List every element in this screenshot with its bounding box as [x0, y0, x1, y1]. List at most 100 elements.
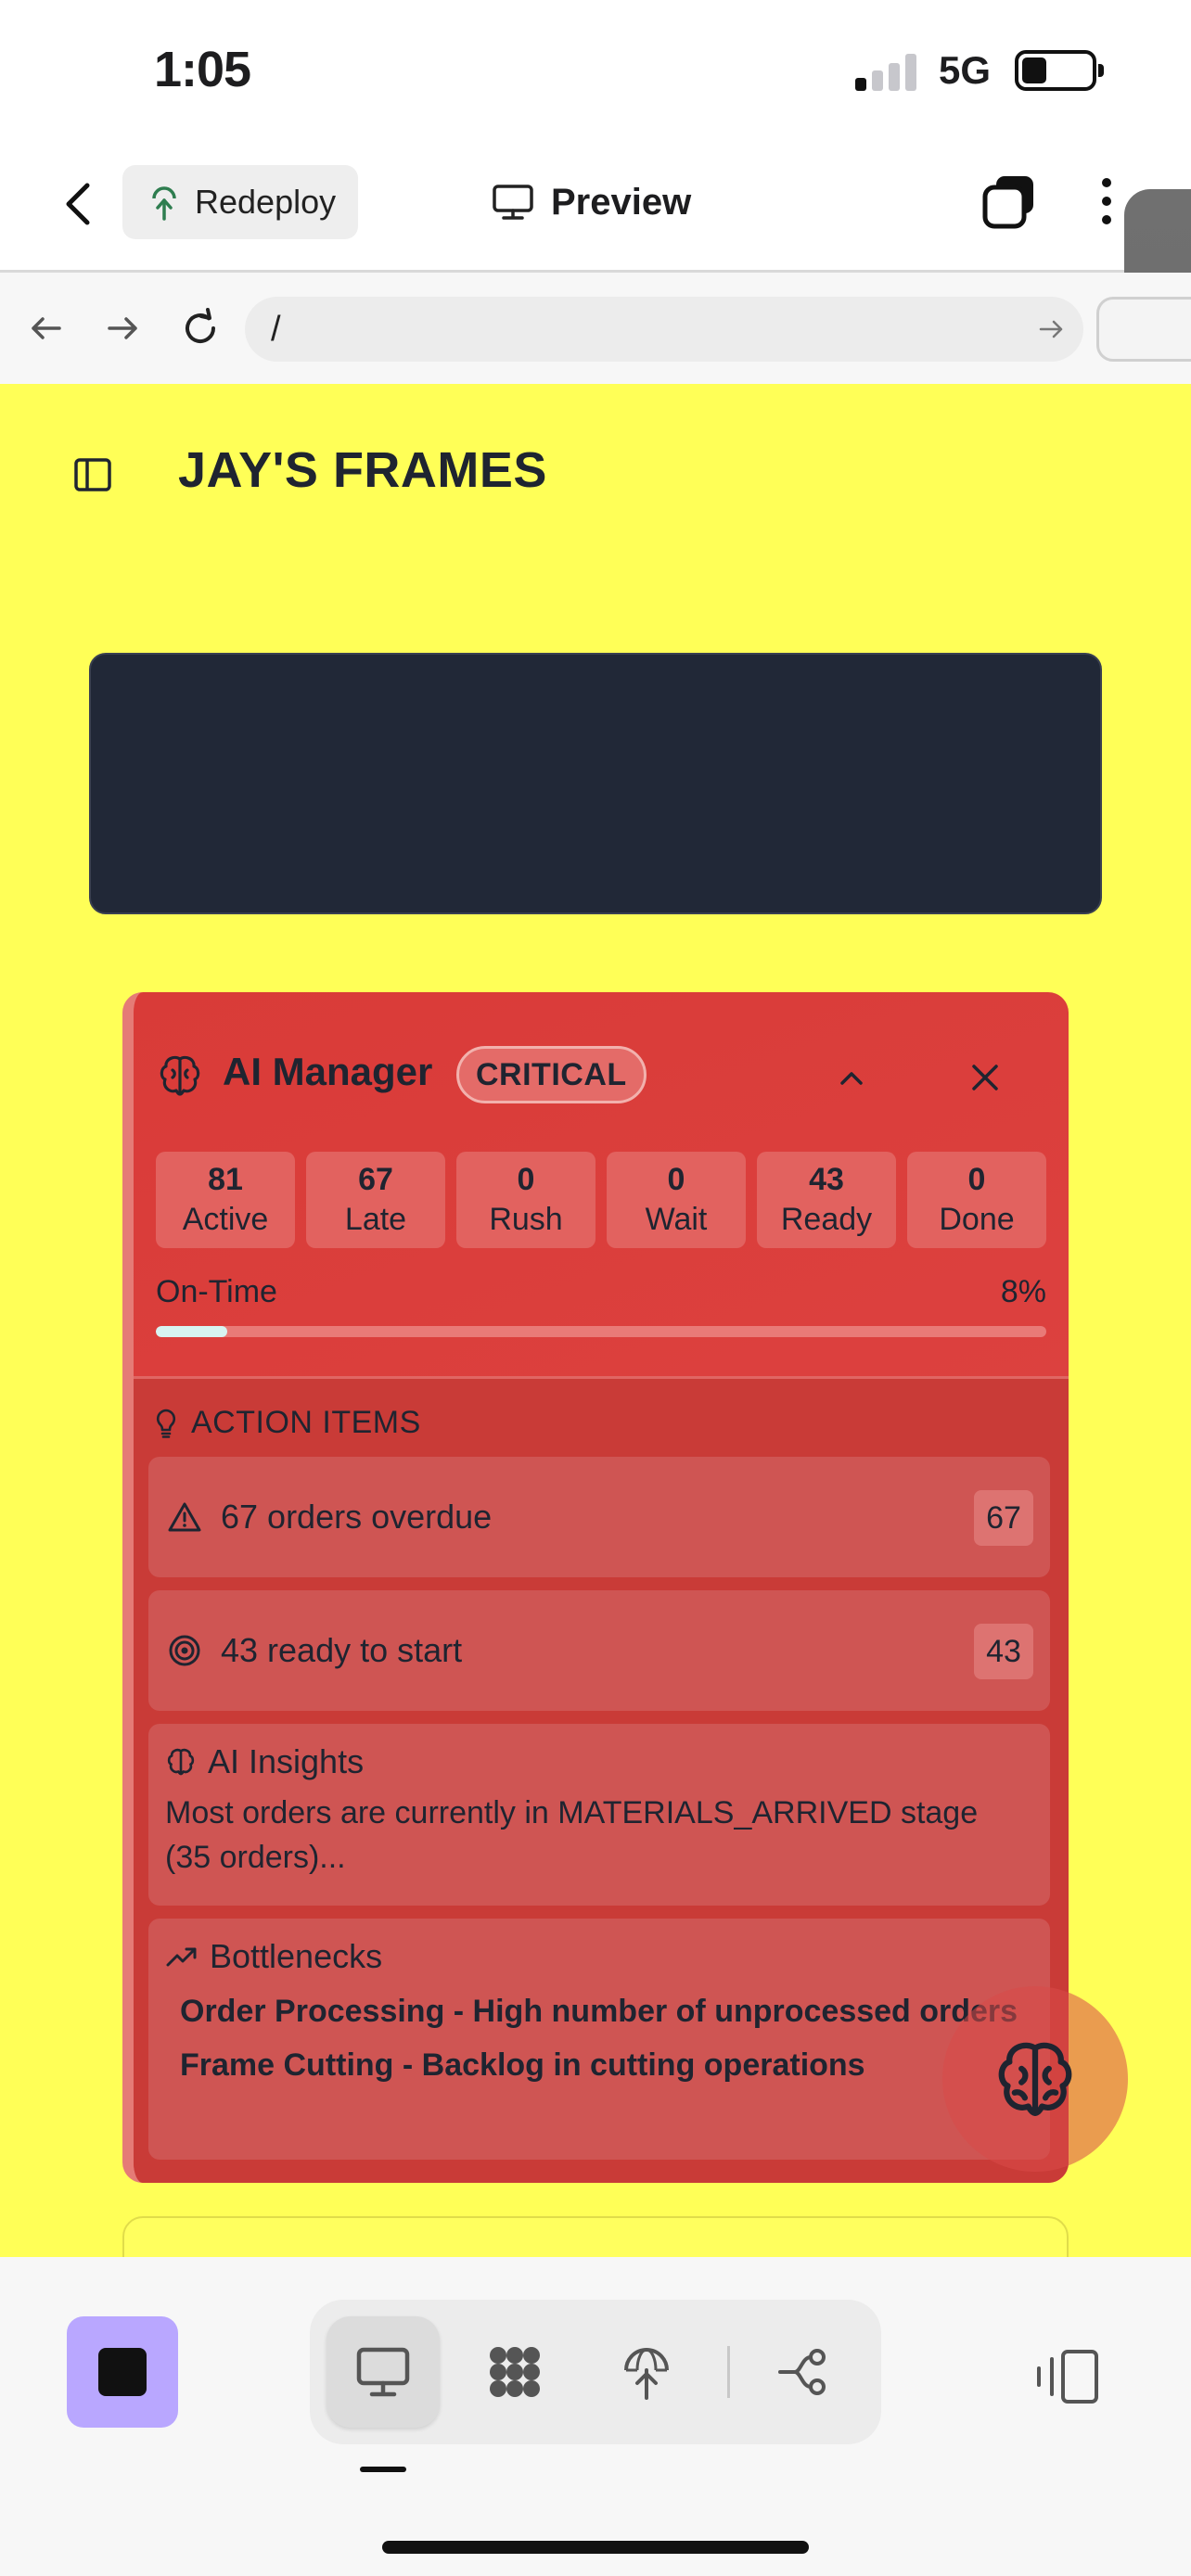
- deploy-tree-icon: [152, 186, 176, 221]
- preview-view-button[interactable]: [327, 2316, 440, 2428]
- chevron-up-icon: [840, 1072, 863, 1085]
- git-view-button[interactable]: [748, 2316, 861, 2428]
- stat-label: Late: [344, 1202, 407, 1237]
- active-tab-indicator: [360, 2467, 406, 2472]
- stats-row: 81 Active 67 Late 0 Rush 0 Wait 43 Ready 0 Don…: [156, 1152, 1046, 1248]
- stat-label: Ready: [780, 1202, 873, 1237]
- close-icon: [972, 1065, 998, 1090]
- tabs-button[interactable]: [980, 172, 1039, 232]
- ai-insights-heading: AI Insights: [148, 1724, 1050, 1781]
- status-time: 1:05: [154, 42, 251, 97]
- brain-icon: [160, 1055, 200, 1096]
- chevron-left-icon: [66, 183, 90, 225]
- stat-value: 67: [358, 1162, 393, 1197]
- signal-icon: [855, 52, 920, 91]
- on-time-label: On-Time: [156, 1274, 277, 1309]
- next-card: [122, 2216, 1069, 2257]
- sidebar-toggle-button[interactable]: [72, 454, 113, 495]
- stat-label: Done: [939, 1202, 1015, 1237]
- action-item-text: 67 orders overdue: [221, 1498, 493, 1536]
- nodes-grid-icon: [490, 2347, 540, 2397]
- back-button[interactable]: [56, 176, 102, 232]
- network-label: 5G: [939, 48, 992, 92]
- url-input[interactable]: /: [245, 297, 1083, 362]
- ai-manager-body: ACTION ITEMS 67 orders overdue 67 43 rea…: [134, 1376, 1069, 2183]
- stat-value: 43: [809, 1162, 844, 1197]
- brain-icon: [167, 1748, 195, 1776]
- arrow-right-icon: [108, 317, 137, 339]
- reload-icon: [186, 308, 215, 343]
- device-toggle-button[interactable]: [1031, 2346, 1102, 2407]
- arrow-left-icon: [32, 317, 61, 339]
- stop-button[interactable]: [67, 2316, 178, 2428]
- stat-label: Rush: [489, 1202, 563, 1237]
- redeploy-label: Redeploy: [195, 183, 337, 221]
- deploy-tree-icon: [624, 2348, 669, 2400]
- stat-value: 0: [967, 1162, 986, 1197]
- go-arrow-icon[interactable]: [1035, 313, 1067, 345]
- ai-manager-header: AI Manager CRITICAL 81 Active 67 Late 0 Rus…: [134, 992, 1069, 1400]
- bottlenecks-label: Bottlenecks: [210, 1937, 383, 1975]
- monitor-icon: [356, 2347, 410, 2397]
- brain-icon: [998, 2042, 1072, 2117]
- collapse-button[interactable]: [831, 1057, 872, 1098]
- target-icon: [169, 1635, 200, 1666]
- action-item-overdue[interactable]: 67 orders overdue 67: [148, 1457, 1050, 1577]
- ai-insights-panel: AI Insights Most orders are currently in…: [148, 1724, 1050, 1906]
- bottleneck-item: Frame Cutting - Backlog in cutting opera…: [180, 2047, 865, 2083]
- stat-label: Active: [182, 1202, 269, 1237]
- browser-forward-button[interactable]: [98, 304, 147, 352]
- close-button[interactable]: [965, 1057, 1005, 1098]
- app-top-bar: Redeploy Preview: [0, 139, 1191, 273]
- status-bar: 1:05 5G: [0, 0, 1191, 139]
- url-extra-button[interactable]: [1096, 297, 1191, 362]
- git-branch-icon: [778, 2349, 826, 2395]
- stat-wait: 0 Wait: [607, 1152, 746, 1248]
- ai-manager-title: AI Manager: [223, 1050, 433, 1093]
- redeploy-button[interactable]: Redeploy: [122, 165, 358, 239]
- lightbulb-icon: [156, 1409, 176, 1438]
- stat-late: 67 Late: [306, 1152, 445, 1248]
- action-item-count: 67: [974, 1490, 1033, 1546]
- divider: [727, 2346, 730, 2398]
- monitor-icon: [493, 185, 533, 220]
- bottlenecks-panel: Bottlenecks Order Processing - High numb…: [148, 1919, 1050, 2160]
- preview-title: Preview: [492, 174, 691, 230]
- warning-icon: [168, 1502, 201, 1532]
- stat-label: Wait: [645, 1202, 708, 1237]
- ai-insights-text: Most orders are currently in MATERIALS_A…: [165, 1795, 979, 1875]
- stat-done: 0 Done: [907, 1152, 1046, 1248]
- workspace-view-button[interactable]: [458, 2316, 571, 2428]
- copy-tabs-icon: [982, 176, 1033, 229]
- home-indicator: [382, 2541, 809, 2554]
- sidebar-icon: [74, 458, 111, 491]
- ai-manager-card: AI Manager CRITICAL 81 Active 67 Late 0 Rus…: [122, 992, 1069, 2183]
- bottleneck-item: Order Processing - High number of unproc…: [180, 1994, 1018, 2029]
- ai-assistant-button[interactable]: [942, 1986, 1128, 2172]
- stat-ready: 43 Ready: [757, 1152, 896, 1248]
- on-time-progress-bar: [156, 1326, 1046, 1337]
- stat-value: 81: [208, 1162, 243, 1197]
- severity-badge: CRITICAL: [456, 1046, 647, 1103]
- url-bar: /: [0, 273, 1191, 384]
- deploy-view-button[interactable]: [590, 2316, 703, 2428]
- reload-button[interactable]: [176, 304, 224, 352]
- stop-icon: [98, 2348, 147, 2396]
- on-time-progress-fill: [156, 1326, 227, 1337]
- devices-icon: [1037, 2350, 1098, 2404]
- action-items-heading: ACTION ITEMS: [154, 1405, 421, 1441]
- on-time-value: 8%: [1000, 1274, 1046, 1309]
- action-item-ready[interactable]: 43 ready to start 43: [148, 1590, 1050, 1711]
- action-item-count: 43: [974, 1624, 1033, 1679]
- stat-rush: 0 Rush: [456, 1152, 596, 1248]
- stat-value: 0: [667, 1162, 685, 1197]
- battery-icon: [1015, 50, 1104, 91]
- url-text: /: [271, 309, 281, 349]
- more-options-button[interactable]: [1093, 172, 1121, 232]
- action-item-text: 43 ready to start: [221, 1631, 463, 1669]
- screen: 1:05 5G Redeploy Preview / JAY'S FRAMES …: [0, 0, 1191, 2576]
- ai-insights-label: AI Insights: [208, 1742, 365, 1780]
- trending-up-icon: [166, 1947, 197, 1967]
- bottom-toolbar: [0, 2257, 1191, 2576]
- browser-back-button[interactable]: [22, 304, 70, 352]
